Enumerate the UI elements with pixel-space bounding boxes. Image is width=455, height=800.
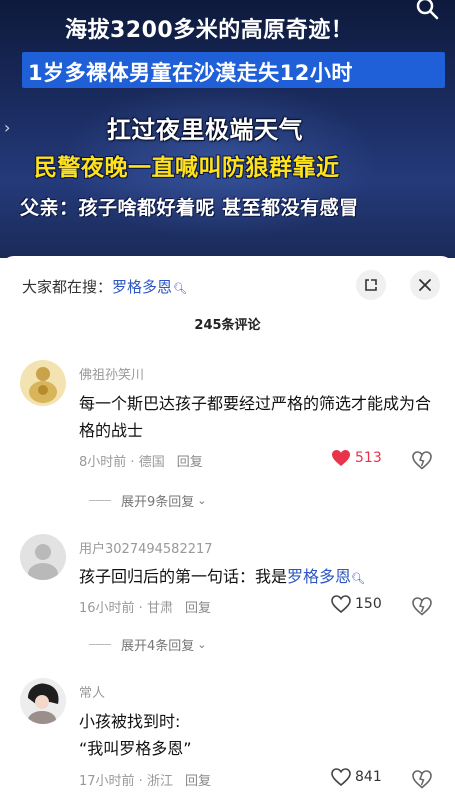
comment-text: 小孩被找到时: “我叫罗格多恩”: [79, 708, 439, 762]
comment-item: 用户3027494582217 孩子回归后的第一句话：我是罗格多恩🔍︎ 16小时…: [0, 534, 455, 654]
search-icon: 🔍︎: [173, 282, 187, 295]
comment-meta: 8小时前 · 德国 回复: [79, 455, 203, 470]
video-caption-line-4: 民警夜晚一直喊叫防狼群靠近: [34, 155, 340, 181]
avatar[interactable]: [20, 678, 66, 724]
like-count: 841: [355, 769, 382, 785]
video-player[interactable]: 海拔3200多米的高原奇迹！ 1岁多裸体男童在沙漠走失12小时 扛过夜里极端天气…: [0, 0, 455, 258]
divider: [89, 644, 111, 645]
comment-text-body: 孩子回归后的第一句话：我是: [79, 567, 288, 586]
video-caption-line-3: 扛过夜里极端天气: [107, 116, 303, 144]
expand-replies-label: 展开9条回复: [121, 495, 195, 510]
heart-icon: [331, 768, 351, 786]
comment-location: 甘肃: [146, 601, 173, 616]
like-button[interactable]: 841: [331, 768, 382, 786]
reply-button[interactable]: 回复: [185, 774, 211, 789]
comment-time: 8小时前: [79, 455, 127, 470]
comment-text-line: 小孩被找到时:: [79, 712, 181, 731]
like-count: 513: [355, 450, 382, 466]
comment-location: 浙江: [146, 774, 173, 789]
comment-count: 245条评论: [194, 318, 261, 333]
expand-replies-button[interactable]: 展开9条回复 ⌄: [89, 491, 207, 510]
hot-search-row[interactable]: 大家都在搜：罗格多恩🔍︎: [22, 276, 187, 297]
comment-location: 德国: [138, 455, 165, 470]
expand-icon: [365, 279, 377, 291]
dislike-icon[interactable]: [411, 450, 433, 470]
comment-username[interactable]: 佛祖孙笑川: [79, 364, 144, 383]
comment-item: 佛祖孙笑川 每一个斯巴达孩子都要经过严格的筛选才能成为合格的战士 8小时前 · …: [0, 360, 455, 510]
dislike-icon[interactable]: [411, 769, 433, 789]
reply-button[interactable]: 回复: [177, 455, 203, 470]
heart-icon: [331, 595, 351, 613]
video-caption-line-5: 父亲：孩子啥都好着呢 甚至都没有感冒: [20, 197, 359, 219]
expand-replies-label: 展开4条回复: [121, 639, 195, 654]
comment-username[interactable]: 常人: [79, 682, 105, 701]
reply-button[interactable]: 回复: [185, 601, 211, 616]
comment-time: 17小时前: [79, 774, 135, 789]
heart-icon: [332, 450, 350, 466]
side-arrow-icon[interactable]: ›: [4, 118, 10, 137]
comment-text: 孩子回归后的第一句话：我是罗格多恩🔍︎: [79, 563, 439, 592]
close-icon[interactable]: [415, 0, 441, 22]
search-icon: 🔍︎: [351, 572, 365, 585]
avatar[interactable]: [20, 534, 66, 580]
video-caption-line-2: 1岁多裸体男童在沙漠走失12小时: [28, 61, 353, 85]
like-button[interactable]: 513: [331, 449, 382, 467]
avatar[interactable]: [20, 360, 66, 406]
video-caption-line-1: 海拔3200多米的高原奇迹！: [65, 18, 354, 43]
close-icon: [419, 279, 431, 291]
comment-meta: 17小时前 · 浙江 回复: [79, 774, 211, 789]
close-button[interactable]: [410, 270, 440, 300]
comment-sheet: 大家都在搜：罗格多恩🔍︎ 245条评论 佛祖孙笑川 每一个斯巴达孩子都要经过严格…: [0, 256, 455, 800]
like-count: 150: [355, 596, 382, 612]
divider: [89, 500, 111, 501]
comment-text-line: “我叫罗格多恩”: [79, 739, 192, 758]
expand-button[interactable]: [356, 270, 386, 300]
comment-time: 16小时前: [79, 601, 135, 616]
comment-meta: 16小时前 · 甘肃 回复: [79, 601, 211, 616]
hot-search-prefix: 大家都在搜：: [22, 278, 113, 296]
chevron-down-icon: ⌄: [197, 494, 207, 507]
comment-item: 常人 小孩被找到时: “我叫罗格多恩” 17小时前 · 浙江 回复 841: [0, 678, 455, 800]
comment-text: 每一个斯巴达孩子都要经过严格的筛选才能成为合格的战士: [79, 394, 432, 440]
chevron-down-icon: ⌄: [197, 638, 207, 651]
comment-keyword-link[interactable]: 罗格多恩: [287, 567, 351, 586]
dislike-icon[interactable]: [411, 596, 433, 616]
comment-username[interactable]: 用户3027494582217: [79, 538, 213, 557]
expand-replies-button[interactable]: 展开4条回复 ⌄: [89, 635, 207, 654]
hot-search-keyword[interactable]: 罗格多恩: [112, 278, 172, 296]
like-button[interactable]: 150: [331, 595, 382, 613]
